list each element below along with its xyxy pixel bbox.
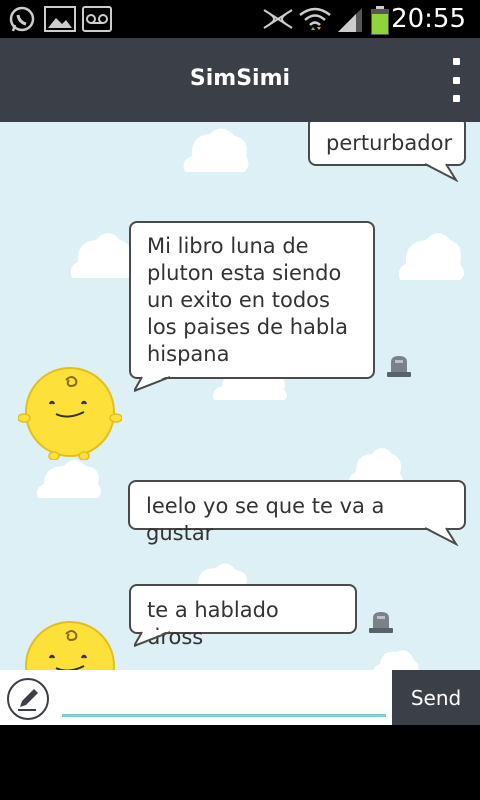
cloud-decoration [373, 650, 419, 670]
cloud-decoration [398, 233, 464, 280]
input-underline [62, 714, 386, 717]
message-bubble-user[interactable]: leelo yo se que te va a gustar [128, 480, 466, 545]
signal-icon [338, 8, 362, 32]
bubble-tail [424, 526, 459, 546]
message-input[interactable] [62, 676, 388, 712]
simsimi-avatar[interactable] [18, 614, 122, 670]
status-bar: 20:55 [0, 0, 480, 38]
simsimi-avatar[interactable] [18, 360, 122, 460]
voicemail-icon [82, 6, 112, 32]
chat-area[interactable]: perturbador Mi libro luna de pluton esta… [0, 122, 480, 670]
send-button[interactable]: Send [392, 670, 480, 725]
wifi-icon [299, 7, 331, 30]
overflow-menu-button[interactable] [446, 58, 466, 102]
bubble-tail [134, 630, 171, 648]
cloud-decoration [70, 233, 133, 278]
pencil-icon[interactable] [6, 677, 50, 721]
message-bubble-user[interactable]: perturbador [308, 122, 466, 166]
message-bubble-bot[interactable]: te a hablado dross [129, 584, 357, 649]
gallery-icon [44, 6, 76, 32]
report-icon[interactable] [368, 610, 394, 634]
bubble-tail [424, 162, 459, 182]
whatsapp-icon [9, 6, 35, 32]
input-bar: Send [0, 670, 480, 725]
battery-icon [371, 6, 389, 35]
cloud-decoration [183, 128, 249, 172]
message-bubble-bot[interactable]: Mi libro luna de pluton esta siendo un e… [129, 221, 375, 379]
bubble-tail [134, 375, 171, 393]
navigation-area [0, 725, 480, 800]
overflow-menu-icon [452, 58, 460, 65]
app-bar: SimSimi [0, 38, 480, 122]
app-title: SimSimi [189, 66, 291, 91]
report-icon[interactable] [386, 354, 412, 378]
clock: 20:55 [391, 4, 466, 34]
nfc-icon [263, 9, 293, 29]
